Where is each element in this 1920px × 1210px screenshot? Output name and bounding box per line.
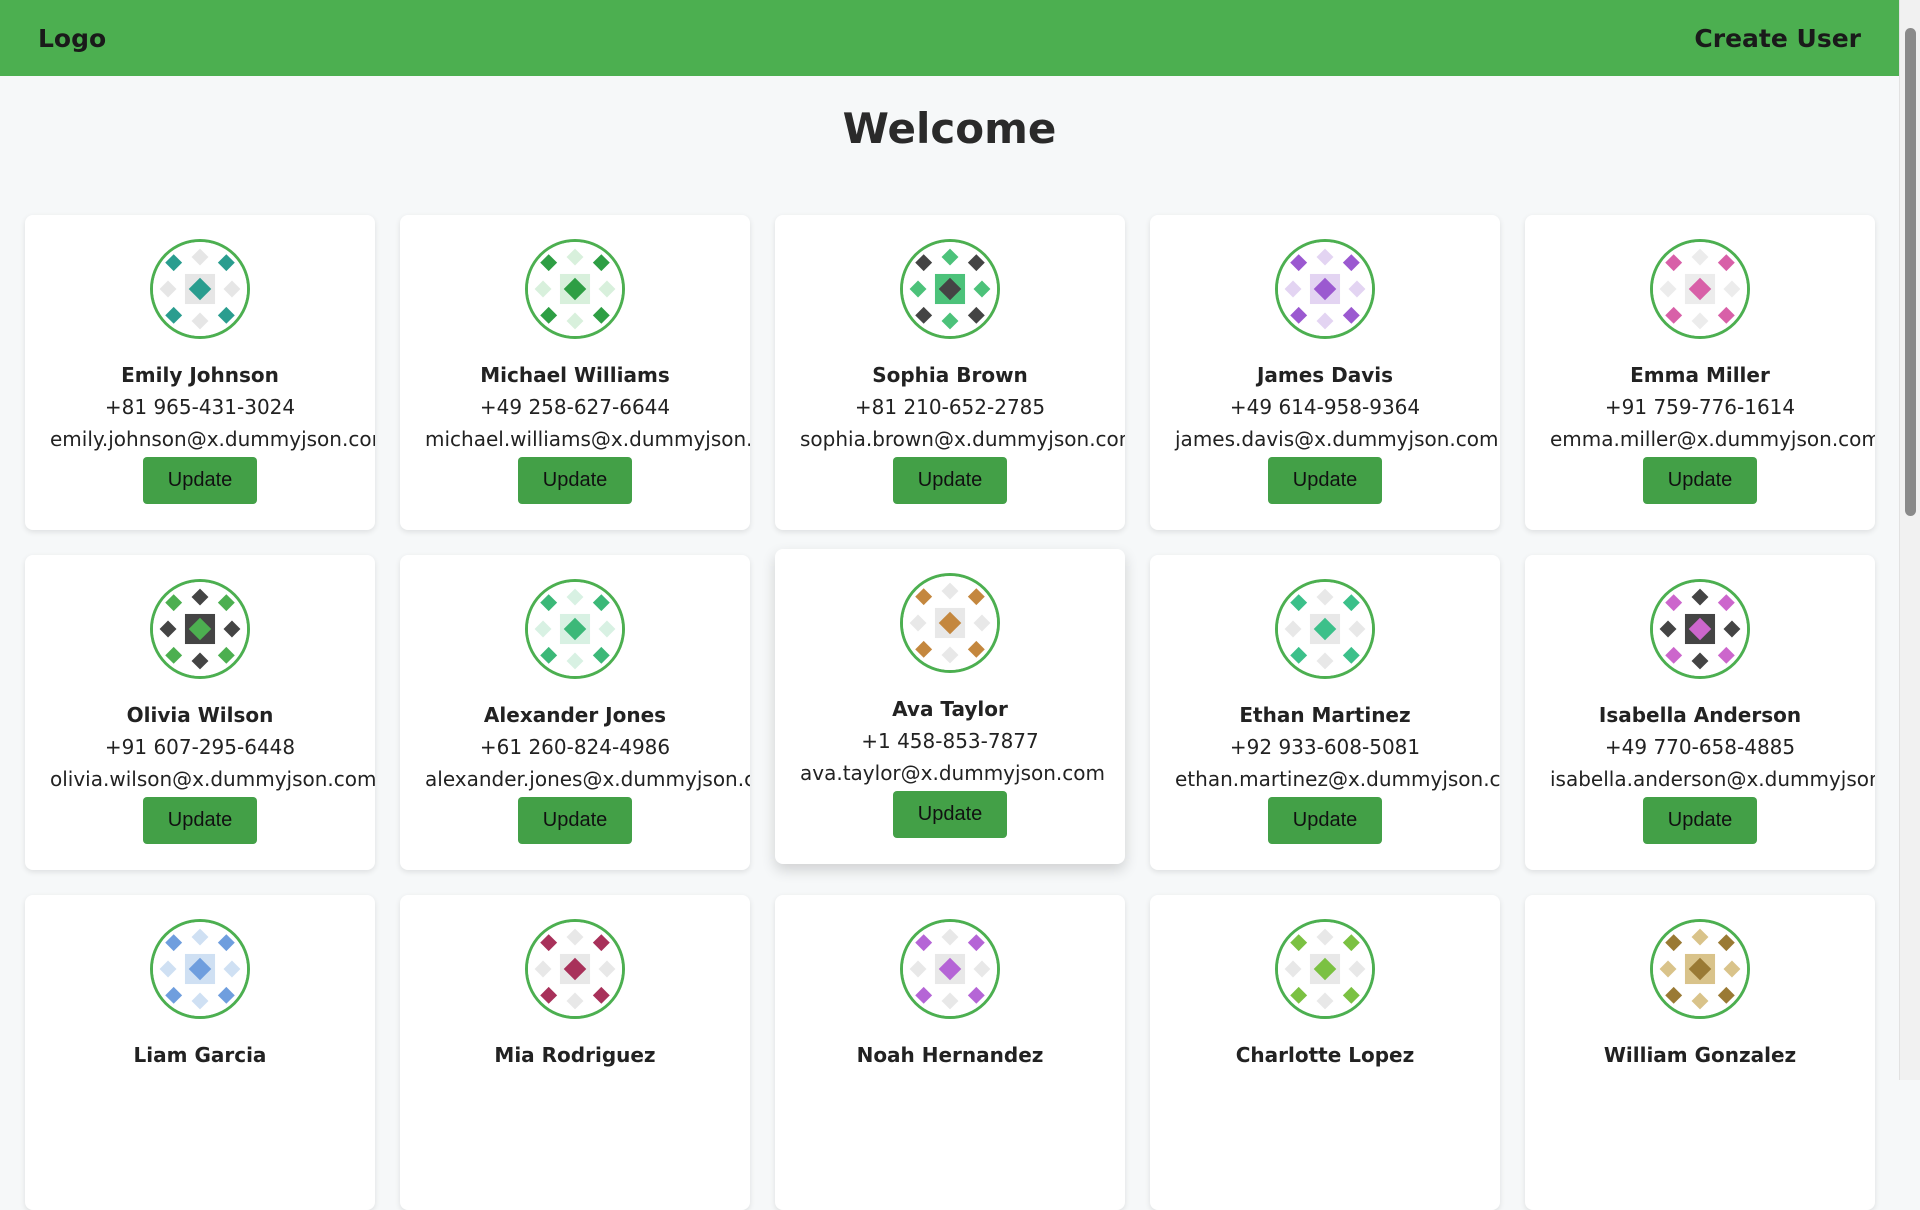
user-email: sophia.brown@x.dummyjson.com (800, 427, 1125, 451)
update-button[interactable]: Update (893, 791, 1007, 838)
user-avatar (1650, 919, 1750, 1019)
user-avatar (1650, 239, 1750, 339)
update-button[interactable]: Update (893, 457, 1007, 504)
user-avatar (900, 919, 1000, 1019)
update-button[interactable]: Update (1268, 457, 1382, 504)
identicon-graphic (1653, 582, 1747, 676)
user-name: Liam Garcia (133, 1043, 267, 1067)
user-name: William Gonzalez (1603, 1043, 1797, 1067)
user-card: Alexander Jones +61 260-824-4986 alexander… (400, 555, 750, 870)
user-email: emily.johnson@x.dummyjson.com (50, 427, 375, 451)
logo-link[interactable]: Logo (38, 24, 106, 53)
user-card: Emily Johnson +81 965-431-3024 emily.johns… (25, 215, 375, 530)
user-card: Isabella Anderson +49 770-658-4885 isabell… (1525, 555, 1875, 870)
update-button[interactable]: Update (518, 457, 632, 504)
user-email: isabella.anderson@x.dummyjson.com (1550, 767, 1875, 791)
user-avatar (1275, 579, 1375, 679)
user-phone: +92 933-608-5081 (1229, 735, 1421, 759)
user-card: William Gonzalez (1525, 895, 1875, 1210)
user-name: Noah Hernandez (856, 1043, 1044, 1067)
user-avatar (525, 239, 625, 339)
user-name: Ethan Martinez (1239, 703, 1411, 727)
update-button[interactable]: Update (518, 797, 632, 844)
user-avatar (150, 239, 250, 339)
user-name: Ava Taylor (892, 697, 1008, 721)
user-avatar (900, 573, 1000, 673)
user-card: Ava Taylor +1 458-853-7877 ava.taylor@x.du… (775, 549, 1125, 864)
user-phone: +49 614-958-9364 (1229, 395, 1421, 419)
user-name: Charlotte Lopez (1235, 1043, 1415, 1067)
vertical-scrollbar[interactable] (1899, 0, 1920, 1080)
user-name: Mia Rodriguez (494, 1043, 656, 1067)
user-avatar (1275, 919, 1375, 1019)
identicon-graphic (153, 242, 247, 336)
user-name: Sophia Brown (872, 363, 1028, 387)
user-avatar (150, 919, 250, 1019)
user-email: ava.taylor@x.dummyjson.com (800, 761, 1105, 785)
create-user-link[interactable]: Create User (1694, 24, 1861, 53)
user-avatar (525, 579, 625, 679)
user-avatar (900, 239, 1000, 339)
user-card: Mia Rodriguez (400, 895, 750, 1210)
identicon-graphic (153, 922, 247, 1016)
user-phone: +91 759-776-1614 (1604, 395, 1796, 419)
user-card: Emma Miller +91 759-776-1614 emma.miller@x… (1525, 215, 1875, 530)
identicon-graphic (528, 582, 622, 676)
user-name: James Davis (1256, 363, 1394, 387)
user-email: alexander.jones@x.dummyjson.com (425, 767, 750, 791)
identicon-graphic (1653, 242, 1747, 336)
user-phone: +61 260-824-4986 (479, 735, 671, 759)
page-title: Welcome (842, 104, 1057, 153)
user-card: James Davis +49 614-958-9364 james.davis@x… (1150, 215, 1500, 530)
user-name: Alexander Jones (483, 703, 667, 727)
user-name: Isabella Anderson (1598, 703, 1802, 727)
user-name: Olivia Wilson (126, 703, 274, 727)
update-button[interactable]: Update (1643, 457, 1757, 504)
top-navbar: Logo Create User (0, 0, 1899, 76)
identicon-graphic (1653, 922, 1747, 1016)
identicon-graphic (903, 242, 997, 336)
user-phone: +81 965-431-3024 (104, 395, 296, 419)
user-phone: +81 210-652-2785 (854, 395, 1046, 419)
user-phone: +1 458-853-7877 (861, 729, 1039, 753)
identicon-graphic (1278, 582, 1372, 676)
user-email: james.davis@x.dummyjson.com (1175, 427, 1499, 451)
identicon-graphic (1278, 242, 1372, 336)
scrollbar-thumb[interactable] (1905, 28, 1916, 516)
user-card: Liam Garcia (25, 895, 375, 1210)
user-card: Ethan Martinez +92 933-608-5081 ethan.mart… (1150, 555, 1500, 870)
identicon-graphic (1278, 922, 1372, 1016)
user-email: olivia.wilson@x.dummyjson.com (50, 767, 375, 791)
user-name: Emma Miller (1630, 363, 1770, 387)
user-card: Olivia Wilson +91 607-295-6448 olivia.wils… (25, 555, 375, 870)
user-avatar (525, 919, 625, 1019)
update-button[interactable]: Update (1643, 797, 1757, 844)
user-card: Noah Hernandez (775, 895, 1125, 1210)
user-card: Charlotte Lopez (1150, 895, 1500, 1210)
identicon-graphic (903, 922, 997, 1016)
user-phone: +49 258-627-6644 (479, 395, 671, 419)
user-name: Michael Williams (480, 363, 670, 387)
user-phone: +91 607-295-6448 (104, 735, 296, 759)
user-email: ethan.martinez@x.dummyjson.com (1175, 767, 1500, 791)
update-button[interactable]: Update (1268, 797, 1382, 844)
user-avatar (1650, 579, 1750, 679)
user-name: Emily Johnson (121, 363, 279, 387)
identicon-graphic (528, 242, 622, 336)
user-avatar (150, 579, 250, 679)
user-avatar (1275, 239, 1375, 339)
identicon-graphic (903, 576, 997, 670)
identicon-graphic (153, 582, 247, 676)
identicon-graphic (528, 922, 622, 1016)
user-phone: +49 770-658-4885 (1604, 735, 1796, 759)
user-email: emma.miller@x.dummyjson.com (1550, 427, 1875, 451)
update-button[interactable]: Update (143, 797, 257, 844)
user-card: Michael Williams +49 258-627-6644 michael.… (400, 215, 750, 530)
update-button[interactable]: Update (143, 457, 257, 504)
user-email: michael.williams@x.dummyjson.com (425, 427, 750, 451)
user-card-grid: Emily Johnson +81 965-431-3024 emily.johns… (25, 215, 1876, 1210)
user-card: Sophia Brown +81 210-652-2785 sophia.brown… (775, 215, 1125, 530)
